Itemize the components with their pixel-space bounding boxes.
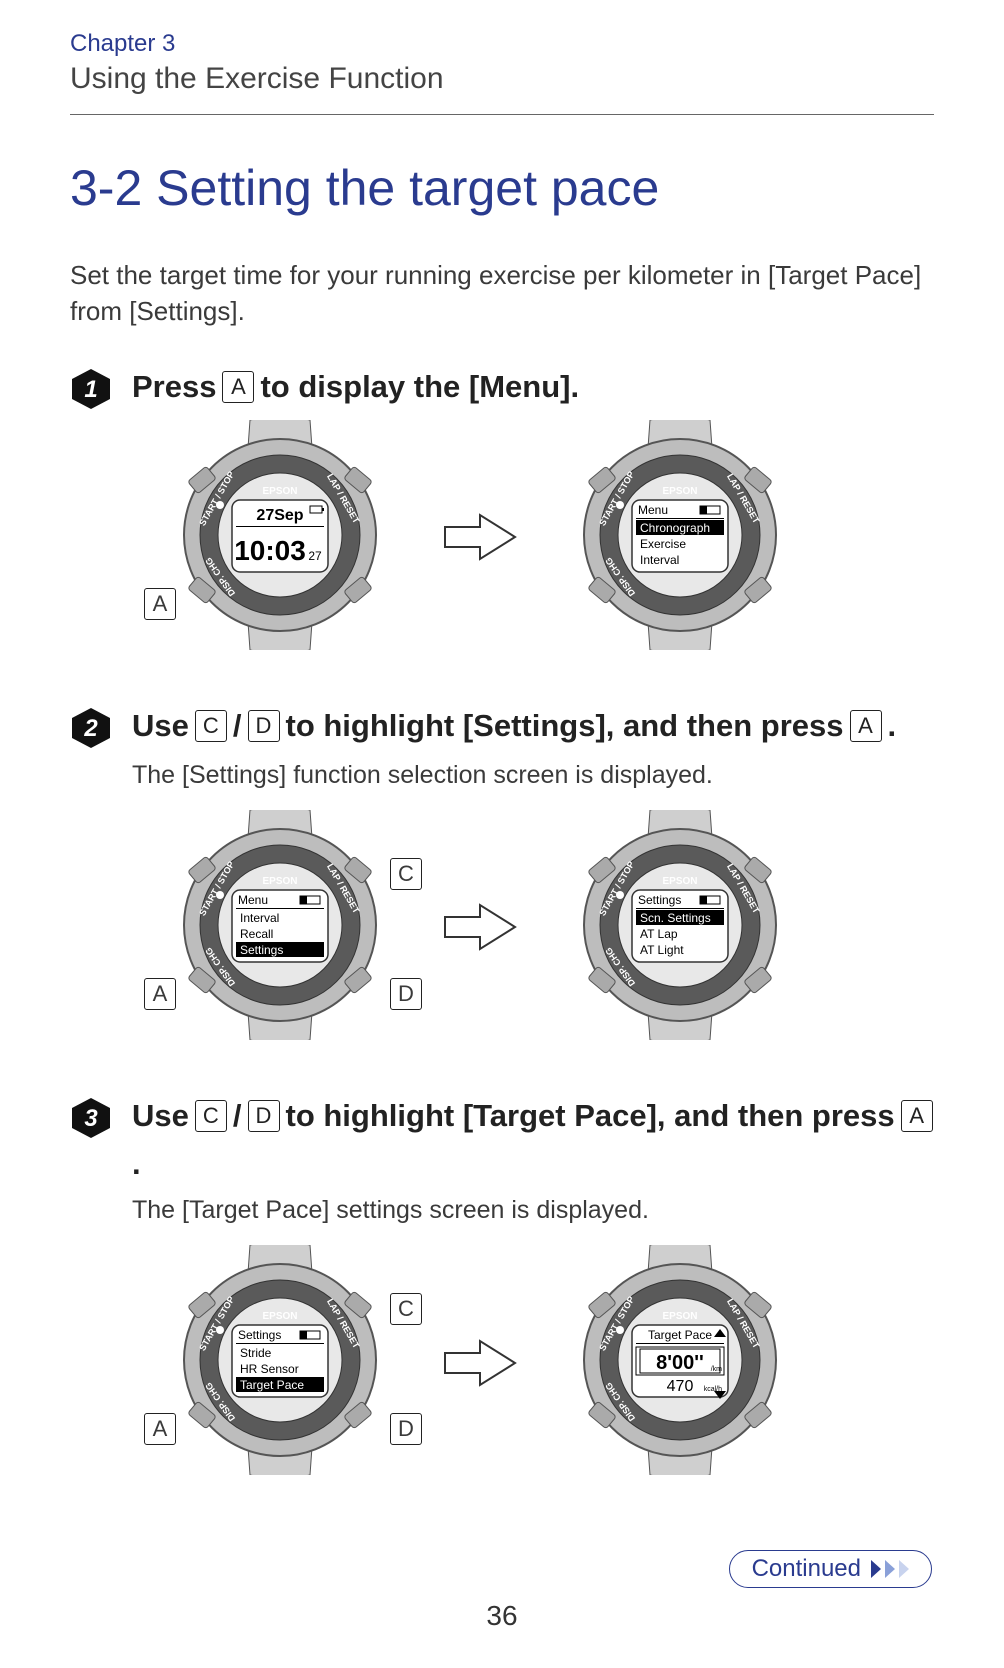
svg-text:Exercise: Exercise xyxy=(640,537,686,551)
svg-text:470: 470 xyxy=(667,1378,694,1395)
watch-2-right: LAP / RESETSTART / STOPDISP. CHGEPSONSet… xyxy=(550,810,810,1045)
step-2-p2: to highlight [Settings], and then press xyxy=(286,705,844,747)
svg-text:10:03: 10:03 xyxy=(234,535,306,566)
callout-c: C xyxy=(390,1293,422,1325)
step-1-heading: Press A to display the [Menu]. xyxy=(132,366,579,408)
step-2-desc: The [Settings] function selection screen… xyxy=(132,761,934,790)
keycap-a: A xyxy=(850,710,882,742)
watch-illustration: LAP / RESETSTART / STOPDISP. CHGEPSON27S… xyxy=(150,420,410,650)
svg-text:1: 1 xyxy=(84,376,97,403)
svg-text:AT Light: AT Light xyxy=(640,943,684,957)
figure-step-2: LAP / RESETSTART / STOPDISP. CHGEPSONMen… xyxy=(150,810,934,1045)
svg-text:27Sep: 27Sep xyxy=(256,507,303,524)
step-3-p1: / xyxy=(233,1095,242,1137)
step-1: 1 Press A to display the [Menu]. xyxy=(70,366,934,410)
chapter-subtitle: Using the Exercise Function xyxy=(70,62,934,96)
watch-2-left: LAP / RESETSTART / STOPDISP. CHGEPSONMen… xyxy=(150,810,410,1045)
step-3: 3 Use C / D to highlight [Target Pace], … xyxy=(70,1095,934,1185)
svg-text:Settings: Settings xyxy=(638,893,681,907)
svg-text:8'00'': 8'00'' xyxy=(656,1352,704,1374)
step-3-p3: . xyxy=(132,1143,141,1185)
step-3-p0: Use xyxy=(132,1095,189,1137)
svg-text:Settings: Settings xyxy=(238,1328,281,1342)
step-bullet-1: 1 xyxy=(70,368,112,410)
header-rule xyxy=(70,114,934,115)
step-bullet-2: 2 xyxy=(70,707,112,749)
svg-text:Menu: Menu xyxy=(238,893,268,907)
callout-a: A xyxy=(144,978,176,1010)
watch-1-right: LAP / RESETSTART / STOPDISP. CHGEPSONMen… xyxy=(550,420,810,655)
callout-a: A xyxy=(144,1413,176,1445)
svg-text:Target Pace: Target Pace xyxy=(240,1378,304,1392)
svg-text:2: 2 xyxy=(83,715,98,742)
svg-text:EPSON: EPSON xyxy=(662,876,697,887)
chapter-label: Chapter 3 xyxy=(70,30,934,58)
arrow-icon xyxy=(440,1333,520,1393)
watch-illustration: LAP / RESETSTART / STOPDISP. CHGEPSONSet… xyxy=(550,810,810,1040)
arrow-icon xyxy=(440,897,520,957)
watch-illustration: LAP / RESETSTART / STOPDISP. CHGEPSONMen… xyxy=(150,810,410,1040)
watch-illustration: LAP / RESETSTART / STOPDISP. CHGEPSONTar… xyxy=(550,1245,810,1475)
watch-3-left: LAP / RESETSTART / STOPDISP. CHGEPSONSet… xyxy=(150,1245,410,1480)
callout-d: D xyxy=(390,978,422,1010)
continued-arrows-icon xyxy=(871,1560,915,1578)
watch-3-right: LAP / RESETSTART / STOPDISP. CHGEPSONTar… xyxy=(550,1245,810,1480)
step-2: 2 Use C / D to highlight [Settings], and… xyxy=(70,705,934,749)
step-3-p2: to highlight [Target Pace], and then pre… xyxy=(286,1095,895,1137)
figure-step-1: LAP / RESETSTART / STOPDISP. CHGEPSON27S… xyxy=(150,420,934,655)
svg-text:Recall: Recall xyxy=(240,927,273,941)
step-1-text-pre: Press xyxy=(132,366,216,408)
svg-text:Interval: Interval xyxy=(240,911,279,925)
svg-text:EPSON: EPSON xyxy=(662,486,697,497)
step-3-desc: The [Target Pace] settings screen is dis… xyxy=(132,1196,934,1225)
svg-text:AT Lap: AT Lap xyxy=(640,927,678,941)
watch-illustration: LAP / RESETSTART / STOPDISP. CHGEPSONMen… xyxy=(550,420,810,650)
step-bullet-3: 3 xyxy=(70,1097,112,1139)
continued-badge: Continued xyxy=(729,1550,932,1588)
keycap-a: A xyxy=(901,1100,933,1132)
keycap-d: D xyxy=(248,1100,280,1132)
figure-step-3: LAP / RESETSTART / STOPDISP. CHGEPSONSet… xyxy=(150,1245,934,1480)
arrow-icon xyxy=(440,507,520,567)
step-2-p1: / xyxy=(233,705,242,747)
continued-label: Continued xyxy=(752,1555,861,1583)
svg-text:EPSON: EPSON xyxy=(662,1311,697,1322)
callout-a: A xyxy=(144,588,176,620)
callout-c: C xyxy=(390,858,422,890)
svg-text:27: 27 xyxy=(308,549,322,563)
watch-illustration: LAP / RESETSTART / STOPDISP. CHGEPSONSet… xyxy=(150,1245,410,1475)
svg-text:EPSON: EPSON xyxy=(262,486,297,497)
svg-text:Settings: Settings xyxy=(240,943,283,957)
svg-text:Target Pace: Target Pace xyxy=(648,1328,712,1342)
keycap-a: A xyxy=(222,371,254,403)
intro-text: Set the target time for your running exe… xyxy=(70,257,934,330)
svg-text:Menu: Menu xyxy=(638,503,668,517)
page-number: 36 xyxy=(0,1600,1004,1632)
svg-text:Scn. Settings: Scn. Settings xyxy=(640,911,711,925)
keycap-c: C xyxy=(195,1100,227,1132)
svg-text:/km: /km xyxy=(711,1366,722,1373)
step-2-heading: Use C / D to highlight [Settings], and t… xyxy=(132,705,896,747)
step-2-p3: . xyxy=(888,705,897,747)
step-1-text-post: to display the [Menu]. xyxy=(260,366,579,408)
section-title: 3-2 Setting the target pace xyxy=(70,159,934,217)
svg-text:EPSON: EPSON xyxy=(262,876,297,887)
svg-text:3: 3 xyxy=(84,1105,98,1132)
svg-text:Chronograph: Chronograph xyxy=(640,521,710,535)
keycap-c: C xyxy=(195,710,227,742)
svg-text:Stride: Stride xyxy=(240,1346,272,1360)
keycap-d: D xyxy=(248,710,280,742)
step-2-p0: Use xyxy=(132,705,189,747)
svg-text:Interval: Interval xyxy=(640,553,679,567)
watch-1-left: LAP / RESETSTART / STOPDISP. CHGEPSON27S… xyxy=(150,420,410,655)
step-3-heading: Use C / D to highlight [Target Pace], an… xyxy=(132,1095,934,1185)
svg-text:HR Sensor: HR Sensor xyxy=(240,1362,299,1376)
svg-text:EPSON: EPSON xyxy=(262,1311,297,1322)
callout-d: D xyxy=(390,1413,422,1445)
